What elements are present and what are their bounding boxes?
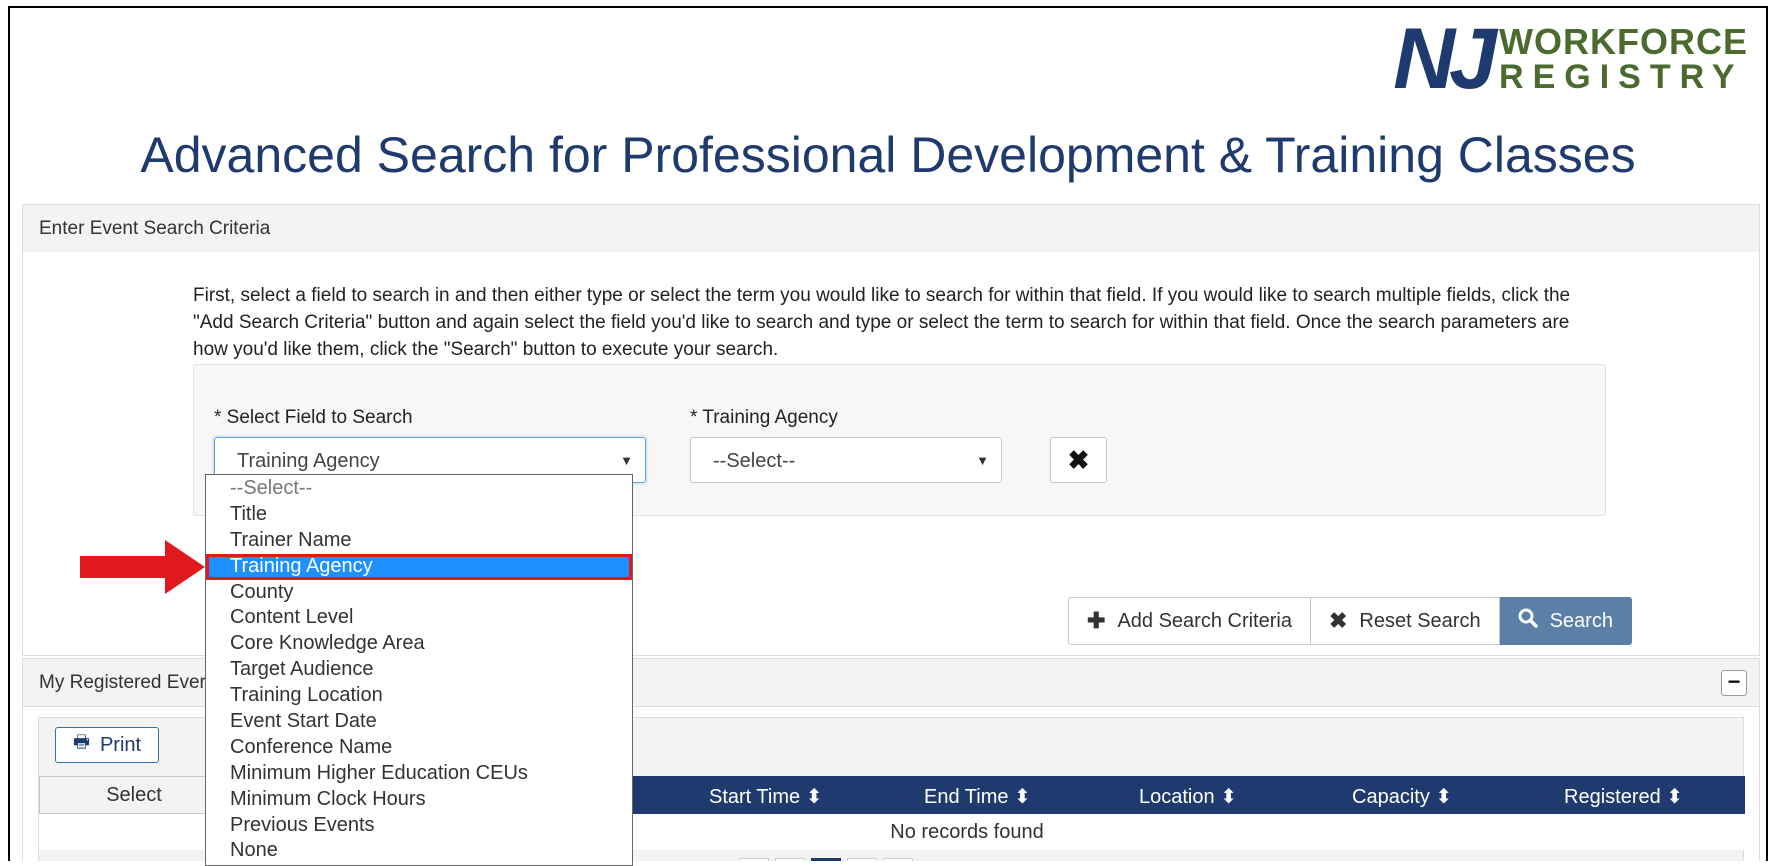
- term-field-label: * Training Agency: [690, 407, 838, 428]
- option-select[interactable]: --Select--: [206, 476, 632, 502]
- option-content-level[interactable]: Content Level: [206, 605, 632, 631]
- col-select[interactable]: Select: [39, 776, 229, 814]
- search-icon: [1518, 608, 1538, 634]
- registered-panel-title: My Registered Ever: [39, 672, 206, 693]
- col-start-time[interactable]: Start Time ⬍: [709, 784, 822, 809]
- print-button[interactable]: 🖶 Print: [55, 727, 159, 763]
- select-field-label: * Select Field to Search: [214, 407, 413, 428]
- sort-icon: ⬍: [1220, 786, 1237, 808]
- nj-workforce-registry-logo: NJ WORKFORCE REGISTRY: [1393, 11, 1748, 107]
- option-previous-events[interactable]: Previous Events: [206, 813, 632, 839]
- option-min-higher-ed-ceus[interactable]: Minimum Higher Education CEUs: [206, 761, 632, 787]
- collapse-button[interactable]: −: [1721, 670, 1747, 696]
- option-event-start-date[interactable]: Event Start Date: [206, 709, 632, 735]
- search-button[interactable]: Search: [1499, 597, 1632, 645]
- option-training-agency[interactable]: Training Agency: [206, 553, 632, 580]
- col-location[interactable]: Location ⬍: [1139, 784, 1237, 809]
- sort-icon: ⬍: [805, 786, 823, 808]
- option-county[interactable]: County: [206, 580, 632, 606]
- field-options-list: --Select-- Title Trainer Name Training A…: [205, 474, 633, 866]
- caret-down-icon: ▼: [976, 453, 989, 468]
- plus-icon: ✚: [1087, 608, 1106, 633]
- option-training-location[interactable]: Training Location: [206, 683, 632, 709]
- reset-search-button[interactable]: ✖ Reset Search: [1310, 597, 1500, 645]
- times-icon: ✖: [1067, 445, 1090, 475]
- sort-icon: ⬍: [1666, 786, 1684, 808]
- caret-down-icon: ▼: [620, 453, 633, 468]
- option-min-clock-hours[interactable]: Minimum Clock Hours: [206, 787, 632, 813]
- col-end-time[interactable]: End Time ⬍: [924, 784, 1031, 809]
- search-instructions: First, select a field to search in and t…: [193, 285, 1571, 360]
- remove-criteria-button[interactable]: ✖: [1050, 437, 1107, 483]
- option-core-knowledge-area[interactable]: Core Knowledge Area: [206, 631, 632, 657]
- training-agency-value: --Select--: [713, 450, 796, 472]
- option-target-audience[interactable]: Target Audience: [206, 657, 632, 683]
- printer-icon: 🖶: [72, 732, 90, 752]
- sort-icon: ⬍: [1435, 786, 1453, 808]
- sort-icon: ⬍: [1014, 786, 1031, 808]
- training-agency-select[interactable]: --Select-- ▼: [690, 437, 1002, 483]
- add-search-criteria-button[interactable]: ✚ Add Search Criteria: [1068, 597, 1311, 645]
- minus-icon: −: [1727, 669, 1741, 694]
- option-title[interactable]: Title: [206, 502, 632, 528]
- option-conference-name[interactable]: Conference Name: [206, 735, 632, 761]
- times-icon: ✖: [1328, 608, 1348, 633]
- option-trainer-name[interactable]: Trainer Name: [206, 528, 632, 554]
- col-registered[interactable]: Registered ⬍: [1564, 784, 1683, 809]
- col-capacity[interactable]: Capacity ⬍: [1352, 784, 1452, 809]
- logo-mark: NJ: [1393, 11, 1497, 107]
- page-title: Advanced Search for Professional Develop…: [140, 127, 1636, 183]
- select-field-value: Training Agency: [237, 450, 380, 472]
- option-none[interactable]: None: [206, 838, 632, 864]
- red-arrow-annotation: [80, 540, 205, 594]
- logo-line2: REGISTRY: [1499, 58, 1744, 96]
- logo-line1: WORKFORCE: [1499, 21, 1748, 62]
- search-panel-header: Enter Event Search Criteria: [22, 204, 1760, 253]
- search-actions: ✚ Add Search Criteria ✖ Reset Search Sea…: [1068, 597, 1632, 645]
